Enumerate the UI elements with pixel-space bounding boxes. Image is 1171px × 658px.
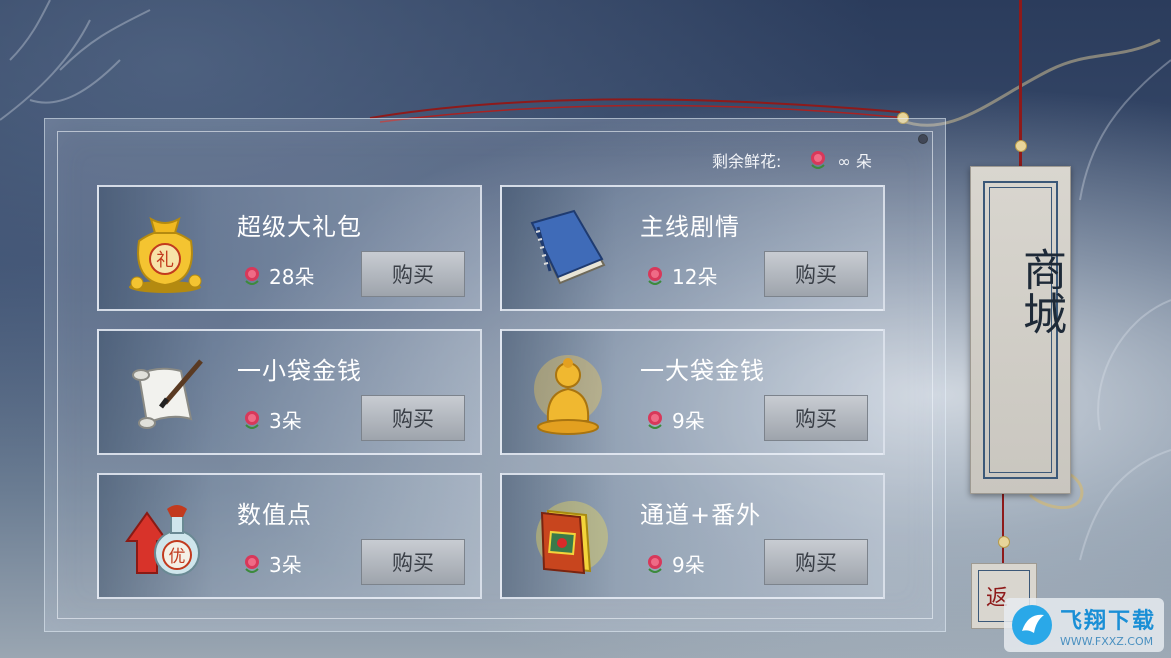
shop-item-card: 优 数值点 3朵 购买 (97, 473, 482, 599)
rose-icon (811, 151, 826, 169)
remaining-value: ∞ 朵 (837, 152, 872, 171)
shop-item-card: 一大袋金钱 9朵 购买 (500, 329, 885, 455)
shop-item-card: 主线剧情 12朵 购买 (500, 185, 885, 311)
svg-text:优: 优 (169, 547, 186, 567)
buy-button[interactable]: 购买 (361, 251, 465, 297)
item-price-value: 12朵 (672, 265, 718, 289)
item-price: 3朵 (241, 405, 302, 434)
shop-item-card: 礼 超级大礼包 28朵 购买 (97, 185, 482, 311)
item-price: 9朵 (644, 549, 705, 578)
item-name: 超级大礼包 (237, 213, 362, 241)
watermark-url: WWW.FXXZ.COM (1060, 634, 1154, 648)
item-name: 一大袋金钱 (640, 357, 765, 385)
rose-icon (245, 554, 259, 573)
potion-icon: 优 (117, 489, 213, 585)
watermark: 飞翔下载 WWW.FXXZ.COM (1004, 598, 1164, 652)
item-price-value: 9朵 (672, 409, 705, 433)
remaining-label: 剩余鲜花: (712, 152, 782, 171)
rose-icon (648, 410, 662, 429)
shop-title-tag: 商城 (970, 166, 1071, 494)
shop-item-card: 通道+番外 9朵 购买 (500, 473, 885, 599)
item-price-value: 3朵 (269, 553, 302, 577)
remaining-flowers: 剩余鲜花: ∞ 朵 (712, 148, 872, 172)
buddha-icon (520, 345, 616, 441)
watermark-logo-icon (1012, 605, 1052, 645)
rose-icon (245, 266, 259, 285)
item-price-value: 9朵 (672, 553, 705, 577)
item-price: 3朵 (241, 549, 302, 578)
watermark-title: 飞翔下载 (1060, 608, 1157, 634)
item-price: 28朵 (241, 261, 314, 290)
item-price-value: 3朵 (269, 409, 302, 433)
rose-icon (245, 410, 259, 429)
shop-item-card: 一小袋金钱 3朵 购买 (97, 329, 482, 455)
book-icon (520, 201, 616, 297)
gift-bag-icon: 礼 (117, 201, 213, 297)
buy-button[interactable]: 购买 (764, 251, 868, 297)
svg-text:礼: 礼 (156, 250, 174, 271)
rose-icon (648, 554, 662, 573)
item-name: 一小袋金钱 (237, 357, 362, 385)
scroll-icon (117, 345, 213, 441)
item-name: 通道+番外 (640, 501, 762, 529)
item-price: 9朵 (644, 405, 705, 434)
item-name: 主线剧情 (640, 213, 740, 241)
buy-button[interactable]: 购买 (764, 539, 868, 585)
item-price-value: 28朵 (269, 265, 315, 289)
item-price: 12朵 (644, 261, 717, 290)
bead (1015, 140, 1027, 152)
red-book-icon (520, 489, 616, 585)
buy-button[interactable]: 购买 (361, 539, 465, 585)
bead (998, 536, 1010, 548)
page-title: 商城 (1015, 247, 1066, 335)
rose-icon (648, 266, 662, 285)
item-name: 数值点 (237, 501, 312, 529)
hanging-string (1019, 0, 1022, 180)
buy-button[interactable]: 购买 (764, 395, 868, 441)
buy-button[interactable]: 购买 (361, 395, 465, 441)
